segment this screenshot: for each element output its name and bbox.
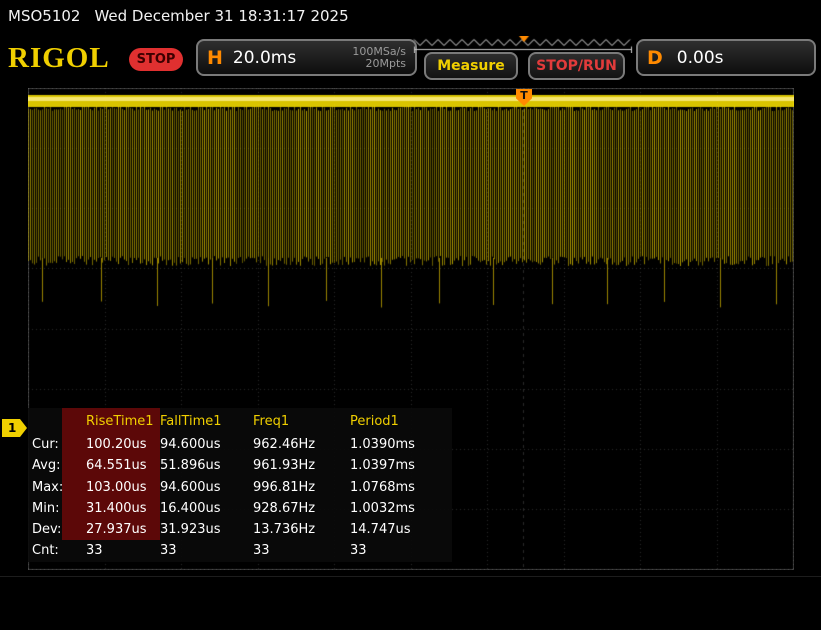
measurement-column-header[interactable]: FallTime1 <box>160 408 253 434</box>
measurement-value: 928.67Hz <box>253 500 316 516</box>
memory-overview-strip[interactable] <box>412 36 634 53</box>
acquisition-status-badge: STOP <box>129 48 183 71</box>
measurement-row-label: Cnt: <box>32 543 59 559</box>
measurement-value: 962.46Hz <box>253 437 316 452</box>
measurement-value: 103.00us <box>62 476 160 498</box>
bottom-status-bar: 1 2.00V -3.44V 2 100mV <box>0 576 821 630</box>
timebase-value: 20.0ms <box>232 47 297 68</box>
datetime-text: Wed December 31 18:31:17 2025 <box>94 7 349 25</box>
measurement-column-header[interactable]: Freq1 <box>253 408 350 434</box>
oscilloscope-screen: MSO5102 Wed December 31 18:31:17 2025 RI… <box>0 0 821 630</box>
horizontal-settings-panel[interactable]: H 20.0ms 100MSa/s 20Mpts <box>196 39 417 76</box>
delay-icon: D <box>647 46 663 69</box>
sample-rate-value: 100MSa/s <box>352 44 406 58</box>
delay-panel[interactable]: D 0.00s <box>636 39 816 76</box>
measurement-row-label: Min: <box>32 500 60 516</box>
measurement-value: 996.81Hz <box>253 479 316 495</box>
measurement-panel: RiseTime1 FallTime1 Freq1 Period1 Cur: 1… <box>28 408 452 562</box>
measurement-value: 1.0032ms <box>350 500 415 516</box>
rigol-logo: RIGOL <box>8 42 110 74</box>
measurement-value: 27.937us <box>62 519 160 541</box>
measurement-value: 33 <box>160 543 177 559</box>
measurement-row-label: Max: <box>32 479 64 495</box>
model-name: MSO5102 <box>8 7 81 25</box>
memory-depth-value: 20Mpts <box>365 56 406 70</box>
horizontal-icon: H <box>207 46 223 69</box>
measurement-corner-cell <box>28 408 62 434</box>
measurement-value: 33 <box>253 543 270 559</box>
top-status-bar: MSO5102 Wed December 31 18:31:17 2025 <box>0 0 821 32</box>
measurement-value: 100.20us <box>62 434 160 456</box>
measurement-column-header[interactable]: RiseTime1 <box>62 408 160 434</box>
measurement-value: 1.0397ms <box>350 458 415 474</box>
measurement-value: 16.400us <box>160 500 221 516</box>
measure-button[interactable]: Measure <box>424 52 518 80</box>
measurement-value: 51.896us <box>160 458 221 474</box>
measurement-value: 31.400us <box>62 497 160 520</box>
measurement-row-label: Avg: <box>32 458 61 474</box>
measurement-value: 1.0390ms <box>350 437 415 452</box>
measurement-value: 33 <box>350 543 367 559</box>
measurement-value: 1.0768ms <box>350 479 415 495</box>
measurement-value: 94.600us <box>160 479 221 495</box>
measurement-column-header[interactable]: Period1 <box>350 408 452 434</box>
measurement-value: 94.600us <box>160 437 221 452</box>
channel1-offset-marker[interactable]: 1 <box>2 419 27 437</box>
measurement-row-label: Cur: <box>32 437 59 452</box>
measurement-value: 64.551us <box>62 455 160 477</box>
measurement-value: 13.736Hz <box>253 522 316 538</box>
run-stop-button[interactable]: STOP/RUN <box>528 52 625 80</box>
measurement-value: 31.923us <box>160 522 221 538</box>
measurement-value: 961.93Hz <box>253 458 316 474</box>
delay-value: 0.00s <box>676 47 724 68</box>
measurement-row-label: Dev: <box>32 522 62 538</box>
measurement-value: 14.747us <box>350 522 411 538</box>
measurement-value: 33 <box>86 543 103 559</box>
